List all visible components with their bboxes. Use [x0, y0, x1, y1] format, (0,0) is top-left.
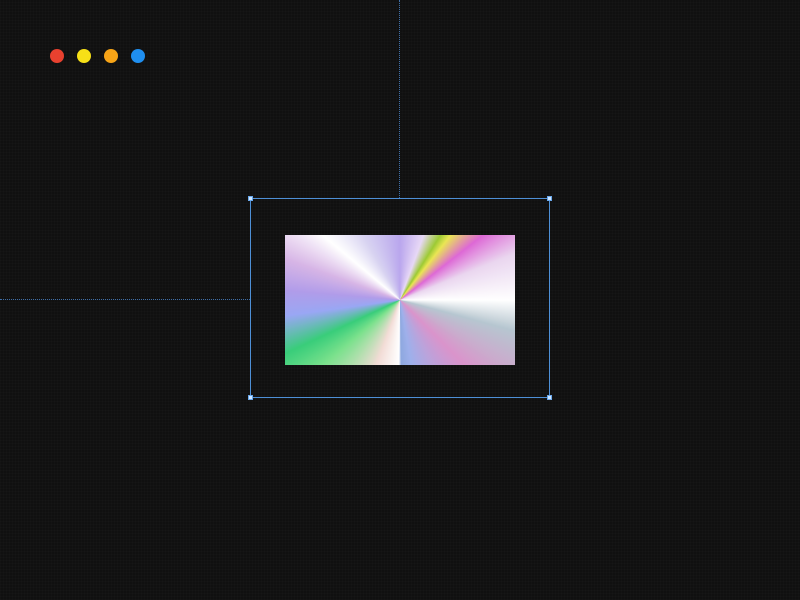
extra-dot[interactable]: [131, 49, 145, 63]
resize-handle-bottom-right[interactable]: [547, 395, 552, 400]
window-controls: [50, 49, 145, 63]
close-dot[interactable]: [50, 49, 64, 63]
holographic-image[interactable]: [285, 235, 515, 365]
resize-handle-top-left[interactable]: [248, 196, 253, 201]
resize-handle-top-right[interactable]: [547, 196, 552, 201]
vertical-guide-line[interactable]: [399, 0, 400, 198]
horizontal-guide-line[interactable]: [0, 299, 250, 300]
minimize-dot[interactable]: [77, 49, 91, 63]
design-canvas[interactable]: [0, 0, 800, 600]
resize-handle-bottom-left[interactable]: [248, 395, 253, 400]
zoom-dot[interactable]: [104, 49, 118, 63]
